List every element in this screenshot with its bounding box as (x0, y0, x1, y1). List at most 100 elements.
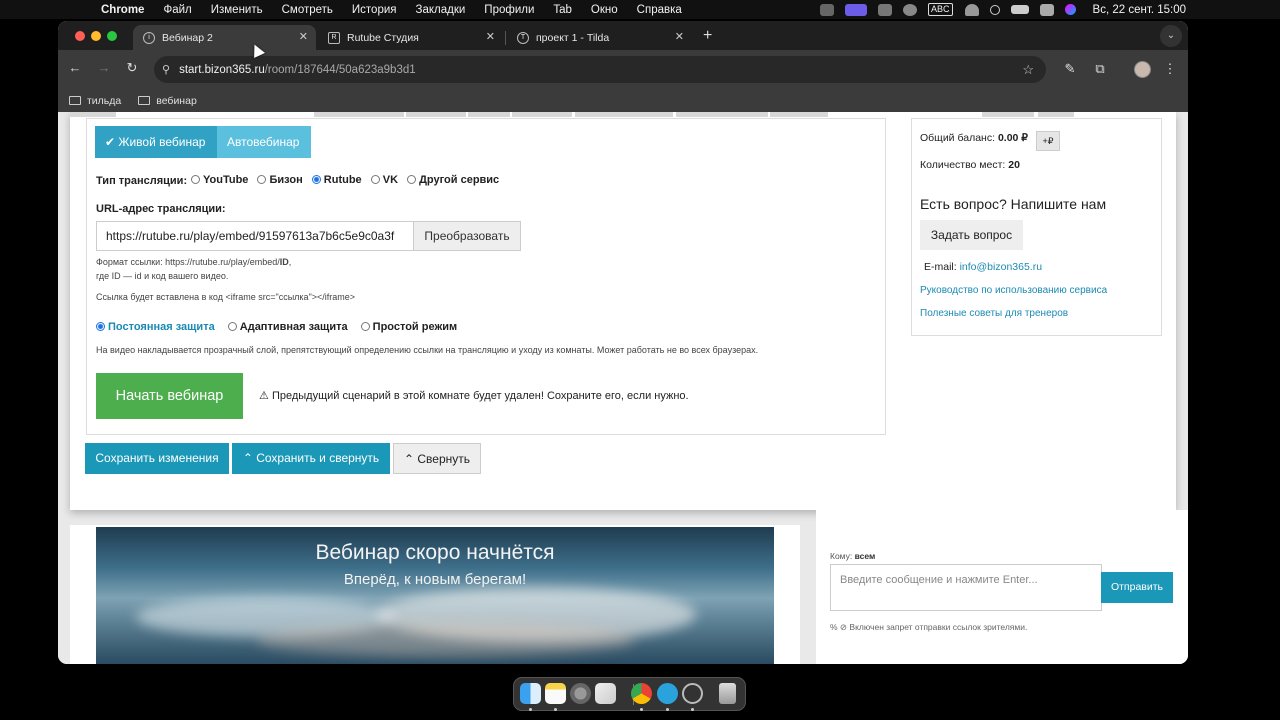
site-info-icon[interactable]: ⚲ (162, 63, 170, 76)
close-icon[interactable]: ✕ (486, 30, 495, 43)
menu-profiles[interactable]: Профили (484, 4, 534, 16)
extensions-icon[interactable]: ⧉ (1092, 61, 1108, 77)
broadcast-option-rutube[interactable]: Rutube (311, 174, 362, 186)
manual-link[interactable]: Руководство по использованию сервиса (920, 285, 1107, 296)
chat-to-value: всем (854, 551, 876, 561)
link-ban-note: % ⊘ Включен запрет отправки ссылок зрите… (830, 622, 1028, 632)
protection-option-adaptive[interactable]: Адаптивная защита (227, 321, 348, 333)
freeform-icon[interactable] (595, 683, 616, 704)
zoom-window-button[interactable] (107, 31, 117, 41)
seats-value: 20 (1008, 159, 1020, 171)
menu-view[interactable]: Смотреть (282, 4, 333, 16)
balance-label: Общий баланс: (920, 132, 996, 144)
clock[interactable]: Вс, 22 сент. 15:00 (1093, 4, 1186, 16)
tab-divider (505, 31, 506, 45)
tab-webinar[interactable]: i Вебинар 2 ✕ (133, 25, 316, 50)
screen-share-icon[interactable] (845, 3, 868, 16)
close-icon[interactable]: ✕ (675, 30, 684, 43)
menu-edit[interactable]: Изменить (211, 4, 263, 16)
menu-app-name[interactable]: Chrome (101, 4, 144, 16)
option-label: Простой режим (372, 321, 458, 333)
save-changes-button[interactable]: Сохранить изменения (85, 443, 229, 474)
start-webinar-button[interactable]: Начать вебинар (96, 373, 243, 419)
account-sidebar: Общий баланс: 0.00 ₽ +₽ Количество мест:… (911, 118, 1162, 336)
running-indicator (640, 708, 643, 711)
ask-question-button[interactable]: Задать вопрос (920, 220, 1023, 250)
battery-icon[interactable] (1010, 5, 1029, 14)
control-center-icon[interactable] (1039, 3, 1054, 16)
radio-icon (360, 322, 370, 331)
tab-search-button[interactable]: ⌄ (1160, 25, 1182, 47)
input-source-indicator[interactable]: ABC (928, 3, 953, 16)
top-up-button[interactable]: +₽ (1036, 131, 1060, 151)
close-icon[interactable]: ✕ (299, 30, 308, 43)
auto-webinar-tab[interactable]: Автовебинар (217, 126, 311, 158)
menu-window[interactable]: Окно (591, 4, 618, 16)
browser-menu-icon[interactable]: ⋮ (1162, 61, 1178, 77)
menu-bookmarks[interactable]: Закладки (416, 4, 466, 16)
tab-tilda[interactable]: T проект 1 - Tilda ✕ (507, 25, 692, 50)
email-row: E-mail: info@bizon365.ru (924, 261, 1042, 273)
bookmark-tilda[interactable]: тильда (69, 95, 121, 107)
broadcast-option-bizon[interactable]: Бизон (257, 174, 303, 186)
forward-button[interactable]: → (95, 60, 113, 75)
broadcast-url-input[interactable]: https://rutube.ru/play/embed/91597613a7b… (96, 221, 414, 251)
protection-option-permanent[interactable]: Постоянная защита (96, 321, 215, 333)
settings-tabs-strip (70, 112, 116, 117)
wifi-icon[interactable] (964, 3, 979, 16)
seats-label: Количество мест: (920, 159, 1006, 171)
close-window-button[interactable] (75, 31, 85, 41)
tab-rutube[interactable]: R Rutube Студия ✕ (318, 25, 503, 50)
webinar-video-player[interactable]: Вебинар скоро начнётся Вперёд, к новым б… (96, 527, 774, 664)
system-settings-icon[interactable] (570, 683, 591, 704)
url-format-hint: Формат ссылки: https://rutube.ru/play/em… (96, 257, 291, 267)
protection-option-simple[interactable]: Простой режим (360, 321, 458, 333)
notes-icon[interactable] (545, 683, 566, 704)
broadcast-option-other[interactable]: Другой сервис (407, 174, 499, 186)
trash-icon[interactable] (719, 683, 736, 704)
finder-icon[interactable] (520, 683, 541, 704)
siri-icon[interactable] (1064, 4, 1076, 15)
new-tab-button[interactable]: + (703, 27, 712, 45)
chrome-icon[interactable] (631, 683, 652, 704)
support-heading: Есть вопрос? Напишите нам (920, 196, 1107, 212)
profile-avatar[interactable] (1134, 61, 1151, 78)
settings-tabs-strip (314, 112, 404, 117)
send-message-button[interactable]: Отправить (1101, 572, 1173, 603)
menu-help[interactable]: Справка (637, 4, 682, 16)
bookmark-webinar[interactable]: вебинар (138, 95, 197, 107)
telegram-icon[interactable] (657, 683, 678, 704)
menu-history[interactable]: История (352, 4, 397, 16)
tips-link[interactable]: Полезные советы для тренеров (920, 308, 1068, 319)
browser-window: i Вебинар 2 ✕ R Rutube Студия ✕ T проект… (58, 21, 1188, 664)
reload-button[interactable]: ↻ (123, 60, 141, 76)
running-indicator (691, 708, 694, 711)
menu-file[interactable]: Файл (163, 4, 191, 16)
address-bar[interactable]: ⚲ start.bizon365.ru/room/187644/50a623a9… (154, 56, 1046, 83)
settings-tabs-strip (982, 112, 1034, 117)
iframe-hint: Ссылка будет вставлена в код <iframe src… (96, 292, 356, 302)
pen-icon[interactable]: ✎ (1062, 61, 1078, 77)
manual-link-row: Руководство по использованию сервиса (920, 285, 1107, 296)
menu-tab[interactable]: Tab (553, 4, 572, 16)
macos-menu-bar: Chrome Файл Изменить Смотреть История За… (0, 0, 1280, 19)
chat-recipient[interactable]: Кому: всем (830, 551, 875, 561)
save-and-collapse-button[interactable]: ⌃ Сохранить и свернуть (232, 443, 390, 474)
chat-message-input[interactable]: Введите сообщение и нажмите Enter... (830, 564, 1102, 611)
clipboard-icon[interactable] (878, 3, 893, 16)
minimize-window-button[interactable] (91, 31, 101, 41)
convert-button[interactable]: Преобразовать (413, 221, 521, 251)
broadcast-option-youtube[interactable]: YouTube (191, 174, 248, 186)
email-link[interactable]: info@bizon365.ru (960, 261, 1042, 273)
screen-recorder-icon[interactable] (682, 683, 703, 704)
radio-icon (370, 175, 380, 184)
broadcast-option-vk[interactable]: VK (370, 174, 398, 186)
collapse-button[interactable]: ⌃ Свернуть (393, 443, 481, 474)
bookmark-star-icon[interactable]: ☆ (1022, 62, 1034, 78)
back-button[interactable]: ← (66, 60, 84, 75)
game-controller-icon[interactable] (820, 3, 835, 16)
room-settings-panel: ✔ Живой вебинар Автовебинар Тип трансляц… (70, 112, 1176, 510)
live-webinar-tab[interactable]: ✔ Живой вебинар (95, 126, 217, 158)
telegram-tray-icon[interactable] (903, 3, 918, 16)
search-icon[interactable] (989, 4, 1000, 15)
